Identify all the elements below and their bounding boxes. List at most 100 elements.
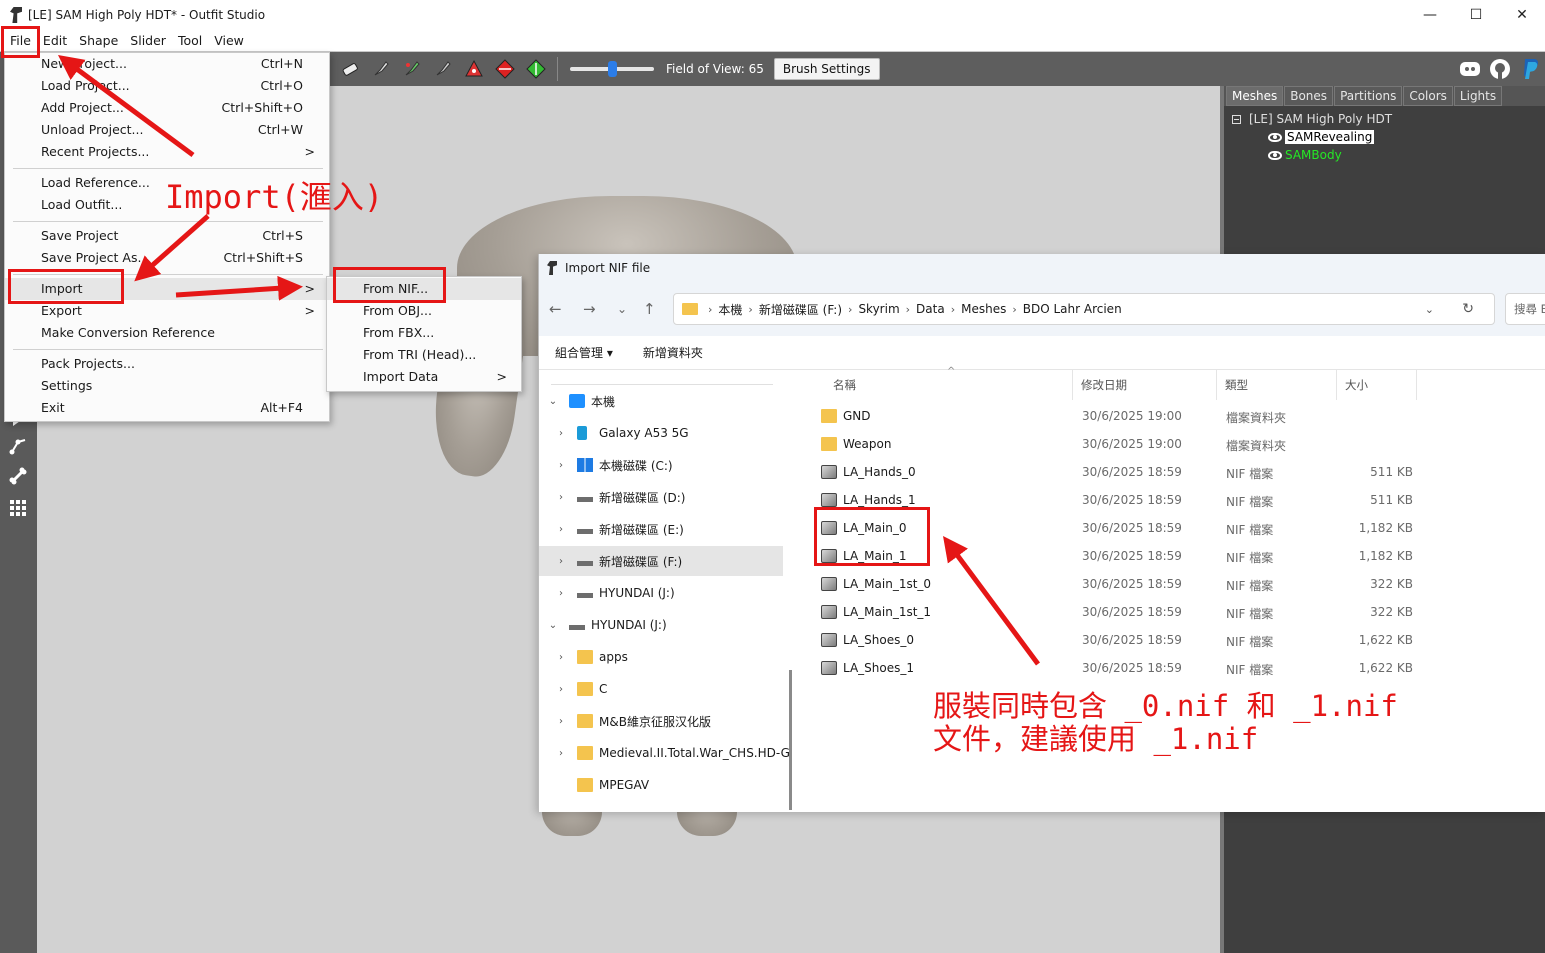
menu-tool[interactable]: Tool <box>172 31 208 51</box>
menu-item-save-project[interactable]: Save Project Ctrl+S <box>5 225 329 247</box>
collapse-icon[interactable] <box>1232 114 1241 124</box>
menu-item-import-data[interactable]: Import Data > <box>327 366 521 388</box>
breadcrumb-item[interactable]: BDO Lahr Arcien <box>1023 302 1122 316</box>
chevron-right-icon[interactable]: › <box>555 492 567 503</box>
search-input[interactable]: 搜尋 BD <box>1505 293 1545 325</box>
chevron-right-icon[interactable]: › <box>555 748 567 759</box>
menu-file[interactable]: File <box>4 31 37 51</box>
menu-view[interactable]: View <box>208 31 250 51</box>
up-arrow-icon[interactable]: ↑ <box>643 300 656 318</box>
eye-icon[interactable] <box>1268 132 1282 142</box>
forward-arrow-icon[interactable]: → <box>583 300 596 318</box>
chevron-right-icon[interactable]: › <box>555 556 567 567</box>
menu-item-import[interactable]: Import > <box>5 278 329 300</box>
tab-bones[interactable]: Bones <box>1284 86 1334 106</box>
column-header-size[interactable]: 大小 <box>1337 370 1417 400</box>
transform-green-icon[interactable] <box>525 58 547 80</box>
column-header-type[interactable]: 類型 <box>1217 370 1337 400</box>
chevron-right-icon[interactable]: › <box>555 460 567 471</box>
menu-item-unload-project[interactable]: Unload Project... Ctrl+W <box>5 119 329 141</box>
menu-item-settings[interactable]: Settings <box>5 375 329 397</box>
menu-item-export[interactable]: Export > <box>5 300 329 322</box>
github-icon[interactable] <box>1487 56 1513 82</box>
tab-colors[interactable]: Colors <box>1403 86 1453 106</box>
chevron-right-icon[interactable]: › <box>555 716 567 727</box>
breadcrumb-item[interactable]: 新增磁碟區 (F:) <box>759 301 842 318</box>
fov-slider-thumb[interactable] <box>608 61 617 77</box>
menu-item-load-project[interactable]: Load Project... Ctrl+O <box>5 75 329 97</box>
nav-item[interactable]: › HYUNDAI (J:) <box>539 578 783 608</box>
file-row[interactable]: LA_Shoes_1 30/6/2025 18:59 NIF 檔案 1,622 KB <box>801 654 1421 682</box>
file-row[interactable]: LA_Main_1st_0 30/6/2025 18:59 NIF 檔案 322 KB <box>801 570 1421 598</box>
menu-edit[interactable]: Edit <box>37 31 73 51</box>
nav-item[interactable]: › 新增磁碟區 (F:) <box>539 546 783 576</box>
tree-item-samrevealing[interactable]: SAMRevealing <box>1232 128 1545 146</box>
back-arrow-icon[interactable]: ← <box>549 300 562 318</box>
file-row[interactable]: LA_Main_0 30/6/2025 18:59 NIF 檔案 1,182 KB <box>801 514 1421 542</box>
nav-item[interactable]: › apps <box>539 642 783 672</box>
file-row[interactable]: LA_Main_1 30/6/2025 18:59 NIF 檔案 1,182 KB <box>801 542 1421 570</box>
maximize-button[interactable]: ☐ <box>1453 0 1499 30</box>
discord-icon[interactable] <box>1457 56 1483 82</box>
move-brush-icon[interactable] <box>463 58 485 80</box>
fov-slider[interactable] <box>570 61 654 77</box>
paypal-icon[interactable] <box>1517 56 1543 82</box>
nav-item[interactable]: › 本機磁碟 (C:) <box>539 450 783 480</box>
menu-item-make-conversion-reference[interactable]: Make Conversion Reference <box>5 322 329 344</box>
tab-lights[interactable]: Lights <box>1453 86 1503 106</box>
close-button[interactable]: ✕ <box>1499 0 1545 30</box>
tab-partitions[interactable]: Partitions <box>1334 86 1403 106</box>
smooth-brush-icon[interactable] <box>432 58 454 80</box>
refresh-icon[interactable]: ↻ <box>1462 301 1474 317</box>
nav-item[interactable]: › 新增磁碟區 (E:) <box>539 514 783 544</box>
breadcrumb-item[interactable]: 本機 <box>718 301 742 318</box>
nav-scrollbar[interactable] <box>789 370 792 812</box>
file-row[interactable]: Weapon 30/6/2025 19:00 檔案資料夾 <box>801 430 1421 458</box>
tree-item-sambody[interactable]: SAMBody <box>1232 146 1545 164</box>
nav-item[interactable]: › C <box>539 674 783 704</box>
address-bar[interactable]: › 本機 › 新增磁碟區 (F:) › Skyrim › Data › Mesh… <box>673 293 1495 325</box>
eye-icon[interactable] <box>1268 150 1282 160</box>
file-row[interactable]: LA_Hands_1 30/6/2025 18:59 NIF 檔案 511 KB <box>801 486 1421 514</box>
standard-brush-icon[interactable] <box>370 58 392 80</box>
menu-item-from-obj[interactable]: From OBJ... <box>327 300 521 322</box>
column-header-date[interactable]: 修改日期 <box>1073 370 1217 400</box>
menu-shape[interactable]: Shape <box>73 31 124 51</box>
nav-item[interactable]: ⌄ 本機 <box>539 386 783 416</box>
menu-item-load-reference[interactable]: Load Reference... <box>5 172 329 194</box>
brush-settings-button[interactable]: Brush Settings <box>773 58 880 80</box>
breadcrumb-item[interactable]: Skyrim <box>858 302 899 316</box>
menu-item-from-fbx[interactable]: From FBX... <box>327 322 521 344</box>
menu-slider[interactable]: Slider <box>124 31 172 51</box>
file-row[interactable]: LA_Main_1st_1 30/6/2025 18:59 NIF 檔案 322 KB <box>801 598 1421 626</box>
menu-item-add-project[interactable]: Add Project... Ctrl+Shift+O <box>5 97 329 119</box>
menu-item-from-tri-head[interactable]: From TRI (Head)... <box>327 344 521 366</box>
tab-meshes[interactable]: Meshes <box>1226 86 1284 106</box>
file-row[interactable]: LA_Hands_0 30/6/2025 18:59 NIF 檔案 511 KB <box>801 458 1421 486</box>
breadcrumb-item[interactable]: Meshes <box>961 302 1006 316</box>
nav-item[interactable]: MPEGAV <box>539 770 783 800</box>
deflate-brush-icon[interactable] <box>401 58 423 80</box>
file-row[interactable]: LA_Shoes_0 30/6/2025 18:59 NIF 檔案 1,622 KB <box>801 626 1421 654</box>
menu-item-recent-projects[interactable]: Recent Projects... > <box>5 141 329 163</box>
nav-item[interactable]: › Medieval.II.Total.War_CHS.HD-G <box>539 738 790 768</box>
menu-item-new-project[interactable]: New Project... Ctrl+N <box>5 53 329 75</box>
address-dropdown-icon[interactable]: ⌄ <box>1425 303 1434 316</box>
menu-item-load-outfit[interactable]: Load Outfit... <box>5 194 329 216</box>
organize-button[interactable]: 組合管理 ▾ <box>555 344 613 361</box>
breadcrumb-item[interactable]: Data <box>916 302 945 316</box>
minimize-button[interactable]: — <box>1407 0 1453 30</box>
tree-root[interactable]: [LE] SAM High Poly HDT <box>1232 110 1545 128</box>
grid-icon[interactable] <box>6 496 30 520</box>
chevron-right-icon[interactable]: › <box>555 524 567 535</box>
chevron-down-icon[interactable]: ⌄ <box>547 396 559 407</box>
nav-item[interactable]: › M&B維京征服汉化版 <box>539 706 783 736</box>
nav-item[interactable]: › 新增磁碟區 (D:) <box>539 482 783 512</box>
menu-item-exit[interactable]: Exit Alt+F4 <box>5 397 329 419</box>
menu-item-from-nif[interactable]: From NIF... <box>327 278 521 300</box>
nav-scrollbar-thumb[interactable] <box>789 670 792 810</box>
menu-item-save-project-as[interactable]: Save Project As... Ctrl+Shift+S <box>5 247 329 269</box>
recent-locations-chevron-icon[interactable]: ⌄ <box>617 302 627 316</box>
chevron-right-icon[interactable]: › <box>555 588 567 599</box>
file-row[interactable]: GND 30/6/2025 19:00 檔案資料夾 <box>801 402 1421 430</box>
